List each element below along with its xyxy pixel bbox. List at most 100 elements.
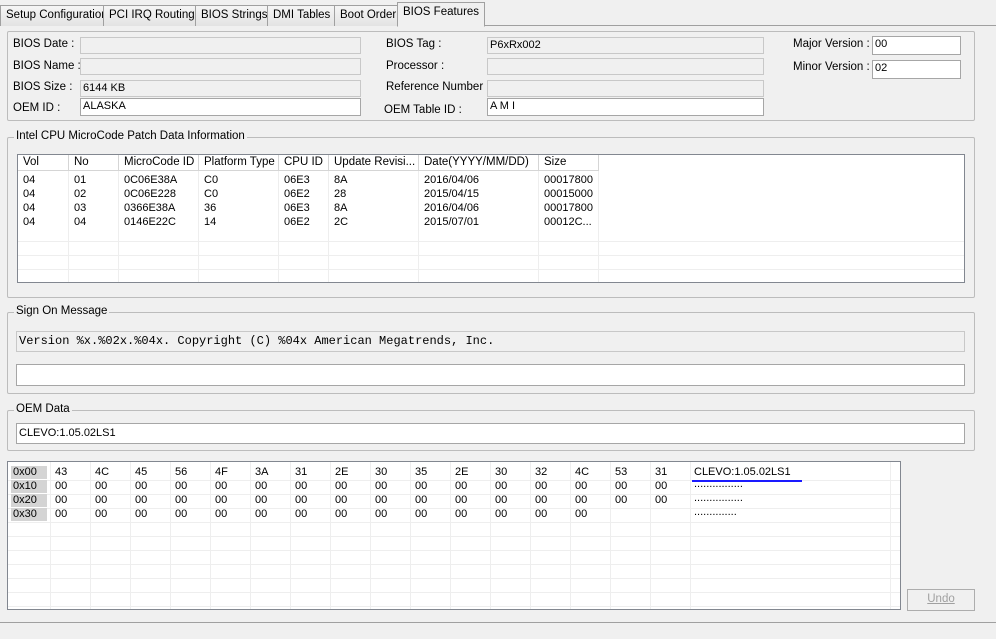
hex-byte[interactable]: 00: [175, 480, 187, 492]
undo-button[interactable]: Undo: [907, 589, 975, 611]
table-cell: 02: [74, 188, 87, 200]
hex-byte[interactable]: 2E: [455, 466, 468, 478]
hex-byte[interactable]: 00: [255, 508, 267, 520]
hex-byte[interactable]: 00: [415, 480, 427, 492]
column-header[interactable]: MicroCode ID: [119, 155, 199, 171]
hex-byte[interactable]: 00: [215, 508, 227, 520]
hex-byte[interactable]: 00: [95, 480, 107, 492]
hex-byte[interactable]: 00: [495, 508, 507, 520]
hex-byte[interactable]: 00: [95, 508, 107, 520]
column-header[interactable]: Vol: [18, 155, 69, 171]
hex-byte[interactable]: 00: [455, 494, 467, 506]
hex-byte[interactable]: 00: [295, 494, 307, 506]
tab-pci-irq-routing[interactable]: PCI IRQ Routing: [103, 5, 201, 26]
hex-byte[interactable]: 00: [375, 508, 387, 520]
column-header[interactable]: Date(YYYY/MM/DD): [419, 155, 539, 171]
hex-byte[interactable]: 00: [335, 508, 347, 520]
hex-byte[interactable]: 00: [295, 480, 307, 492]
column-header[interactable]: Platform Type: [199, 155, 279, 171]
hex-byte[interactable]: 00: [495, 480, 507, 492]
column-header[interactable]: CPU ID: [279, 155, 329, 171]
hex-byte[interactable]: 00: [335, 480, 347, 492]
hex-byte[interactable]: 00: [135, 508, 147, 520]
tab-bios-features[interactable]: BIOS Features: [397, 2, 486, 27]
hex-editor-grid[interactable]: 0x00 43 4C 45 56 4F 3A 31 2E 30 35 2E 30 32 4C 53 31 CLEV…: [7, 461, 901, 610]
hex-byte[interactable]: 00: [255, 480, 267, 492]
hex-byte[interactable]: 00: [655, 494, 667, 506]
hex-byte[interactable]: 00: [55, 494, 67, 506]
table-cell: 0C06E38A: [124, 174, 178, 186]
major-version-field[interactable]: 00: [872, 36, 961, 55]
hex-byte[interactable]: 00: [535, 480, 547, 492]
hex-byte[interactable]: 00: [415, 494, 427, 506]
hex-byte[interactable]: 00: [135, 494, 147, 506]
table-cell: 2015/04/15: [424, 188, 480, 200]
hex-byte[interactable]: 00: [375, 480, 387, 492]
table-row[interactable]: 04 03 0366E38A 36 06E3 8A 2016/04/06 00017800: [18, 202, 964, 216]
column-header[interactable]: Update Revisi...: [329, 155, 419, 171]
hex-byte[interactable]: 00: [535, 494, 547, 506]
hex-byte[interactable]: 00: [95, 494, 107, 506]
hex-byte[interactable]: 00: [575, 480, 587, 492]
hex-byte[interactable]: 00: [215, 480, 227, 492]
hex-byte[interactable]: 2E: [335, 466, 348, 478]
table-row[interactable]: 04 02 0C06E228 C0 06E2 28 2015/04/15 00015000: [18, 188, 964, 202]
hex-ascii[interactable]: ................: [694, 492, 743, 504]
hex-byte[interactable]: 00: [575, 494, 587, 506]
hex-byte[interactable]: 30: [495, 466, 507, 478]
hex-address: 0x30: [11, 508, 47, 521]
bios-size-field: 6144 KB: [80, 80, 361, 97]
hex-byte[interactable]: 00: [615, 480, 627, 492]
hex-byte[interactable]: 56: [175, 466, 187, 478]
hex-byte[interactable]: 32: [535, 466, 547, 478]
hex-byte[interactable]: 00: [175, 508, 187, 520]
hex-byte[interactable]: 00: [655, 480, 667, 492]
hex-byte[interactable]: 30: [375, 466, 387, 478]
oem-data-field[interactable]: CLEVO:1.05.02LS1: [16, 423, 965, 444]
hex-byte[interactable]: 00: [535, 508, 547, 520]
column-header[interactable]: Size: [539, 155, 599, 171]
hex-byte[interactable]: 00: [455, 480, 467, 492]
hex-byte[interactable]: 3A: [255, 466, 268, 478]
tab-dmi-tables[interactable]: DMI Tables: [267, 5, 337, 26]
hex-byte[interactable]: 00: [135, 480, 147, 492]
hex-byte[interactable]: 00: [615, 494, 627, 506]
table-cell: 00017800: [544, 202, 593, 214]
table-cell: 2C: [334, 216, 349, 228]
hex-ascii[interactable]: CLEVO:1.05.02LS1: [694, 466, 791, 478]
table-row[interactable]: 04 04 0146E22C 14 06E2 2C 2015/07/01 00012C...: [18, 216, 964, 230]
hex-byte[interactable]: 00: [295, 508, 307, 520]
hex-byte[interactable]: 00: [175, 494, 187, 506]
hex-byte[interactable]: 00: [335, 494, 347, 506]
oem-table-id-field[interactable]: A M I: [487, 98, 764, 116]
tab-setup-configuration[interactable]: Setup Configuration: [0, 5, 114, 26]
minor-version-field[interactable]: 02: [872, 60, 961, 79]
hex-byte[interactable]: 53: [615, 466, 627, 478]
hex-byte[interactable]: 00: [495, 494, 507, 506]
hex-byte[interactable]: 4F: [215, 466, 228, 478]
hex-byte[interactable]: 00: [415, 508, 427, 520]
hex-byte[interactable]: 00: [255, 494, 267, 506]
table-row[interactable]: 04 01 0C06E38A C0 06E3 8A 2016/04/06 00017800: [18, 174, 964, 188]
grid-line: [8, 606, 900, 607]
hex-byte[interactable]: 00: [375, 494, 387, 506]
hex-byte[interactable]: 00: [215, 494, 227, 506]
hex-byte[interactable]: 4C: [95, 466, 109, 478]
hex-byte[interactable]: 00: [455, 508, 467, 520]
tab-bios-strings[interactable]: BIOS Strings: [195, 5, 274, 26]
hex-byte[interactable]: 00: [575, 508, 587, 520]
oem-id-field[interactable]: ALASKA: [80, 98, 361, 116]
hex-byte[interactable]: 00: [55, 480, 67, 492]
hex-ascii[interactable]: ..............: [694, 506, 737, 518]
hex-byte[interactable]: 4C: [575, 466, 589, 478]
hex-byte[interactable]: 43: [55, 466, 67, 478]
sign-on-second-field[interactable]: [16, 364, 965, 386]
hex-byte[interactable]: 31: [295, 466, 307, 478]
column-header[interactable]: No: [69, 155, 119, 171]
microcode-list[interactable]: Vol No MicroCode ID Platform Type CPU ID Upda…: [17, 154, 965, 283]
tab-boot-order[interactable]: Boot Order: [334, 5, 403, 26]
hex-byte[interactable]: 31: [655, 466, 667, 478]
hex-byte[interactable]: 45: [135, 466, 147, 478]
hex-byte[interactable]: 35: [415, 466, 427, 478]
hex-byte[interactable]: 00: [55, 508, 67, 520]
